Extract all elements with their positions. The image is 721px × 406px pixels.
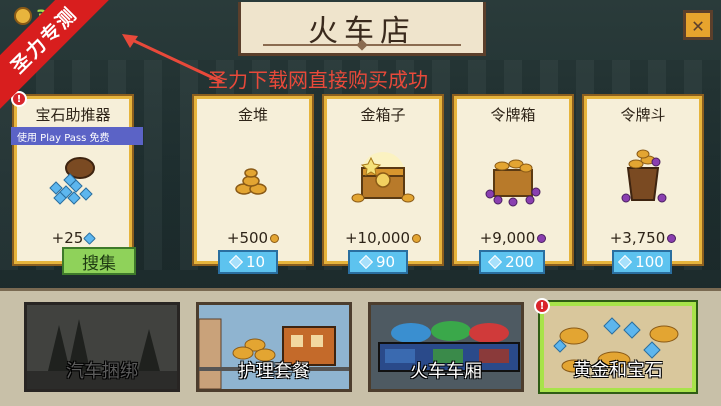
alert-badge: ! <box>534 298 550 314</box>
card-amount: +3,750 <box>587 229 699 247</box>
title-banner: 火车店 <box>238 2 486 56</box>
tab-label: 黄金和宝石 <box>573 360 663 381</box>
shop-card-token-bucket[interactable]: 令牌斗 +3,750 <box>584 96 702 264</box>
close-icon: ✕ <box>691 13 705 37</box>
card-title: 令牌斗 <box>620 106 666 124</box>
shop-card-gold-chest[interactable]: 金箱子 +10,000 <box>324 96 442 264</box>
gem-icon <box>618 254 633 270</box>
shop-card-gold-pile[interactable]: 金堆 +500 <box>194 96 312 264</box>
coin-icon <box>14 6 32 25</box>
buy-button-token-bucket[interactable]: 100 <box>612 250 672 274</box>
token-chest-icon <box>457 139 569 219</box>
card-title: 金箱子 <box>360 106 406 124</box>
card-title: 金堆 <box>237 106 268 124</box>
token-bucket-icon <box>587 139 699 219</box>
gem-icon <box>488 254 503 270</box>
tab-train-cars[interactable]: 火车车厢 <box>368 302 524 392</box>
shop-card-gem-booster[interactable]: 宝石助推器 使用 Play Pass 免费 +25 ! <box>11 91 143 264</box>
shop-card-token-box[interactable]: 令牌箱 +9,000 <box>454 96 572 264</box>
buy-button-gold-chest[interactable]: 90 <box>348 250 408 274</box>
tab-label: 护理套餐 <box>238 361 310 382</box>
coin-icon <box>412 234 422 243</box>
buy-button-gold-pile[interactable]: 10 <box>218 250 278 274</box>
tab-care-package[interactable]: 护理套餐 <box>196 302 352 392</box>
title-divider <box>263 44 461 50</box>
token-icon <box>667 234 677 243</box>
gold-chest-icon <box>327 139 439 219</box>
gold-pile-icon <box>197 139 309 219</box>
card-title: 宝石助推器 <box>35 106 111 124</box>
tab-gold-and-gems[interactable]: 黄金和宝石 <box>540 302 696 392</box>
buy-button-token-box[interactable]: 200 <box>479 250 545 274</box>
token-icon <box>537 234 547 243</box>
close-button[interactable]: ✕ <box>683 10 713 40</box>
tab-label: 汽车捆绑 <box>66 361 138 382</box>
collect-button[interactable]: 搜集 <box>62 247 136 275</box>
card-amount: +10,000 <box>327 229 439 247</box>
tab-label: 火车车厢 <box>410 361 482 382</box>
card-amount: +9,000 <box>457 229 569 247</box>
gem-sack-icon <box>17 139 129 219</box>
card-amount: +25 <box>17 229 129 247</box>
tab-car-bundle[interactable]: 汽车捆绑 <box>24 302 180 392</box>
card-amount: +500 <box>197 229 309 247</box>
gem-icon <box>83 232 97 245</box>
gem-icon <box>228 254 244 270</box>
watermark-text: 圣力下载网直接购买成功 <box>208 68 428 92</box>
gem-icon <box>358 254 374 270</box>
card-title: 令牌箱 <box>490 106 536 124</box>
coin-icon <box>270 234 280 243</box>
